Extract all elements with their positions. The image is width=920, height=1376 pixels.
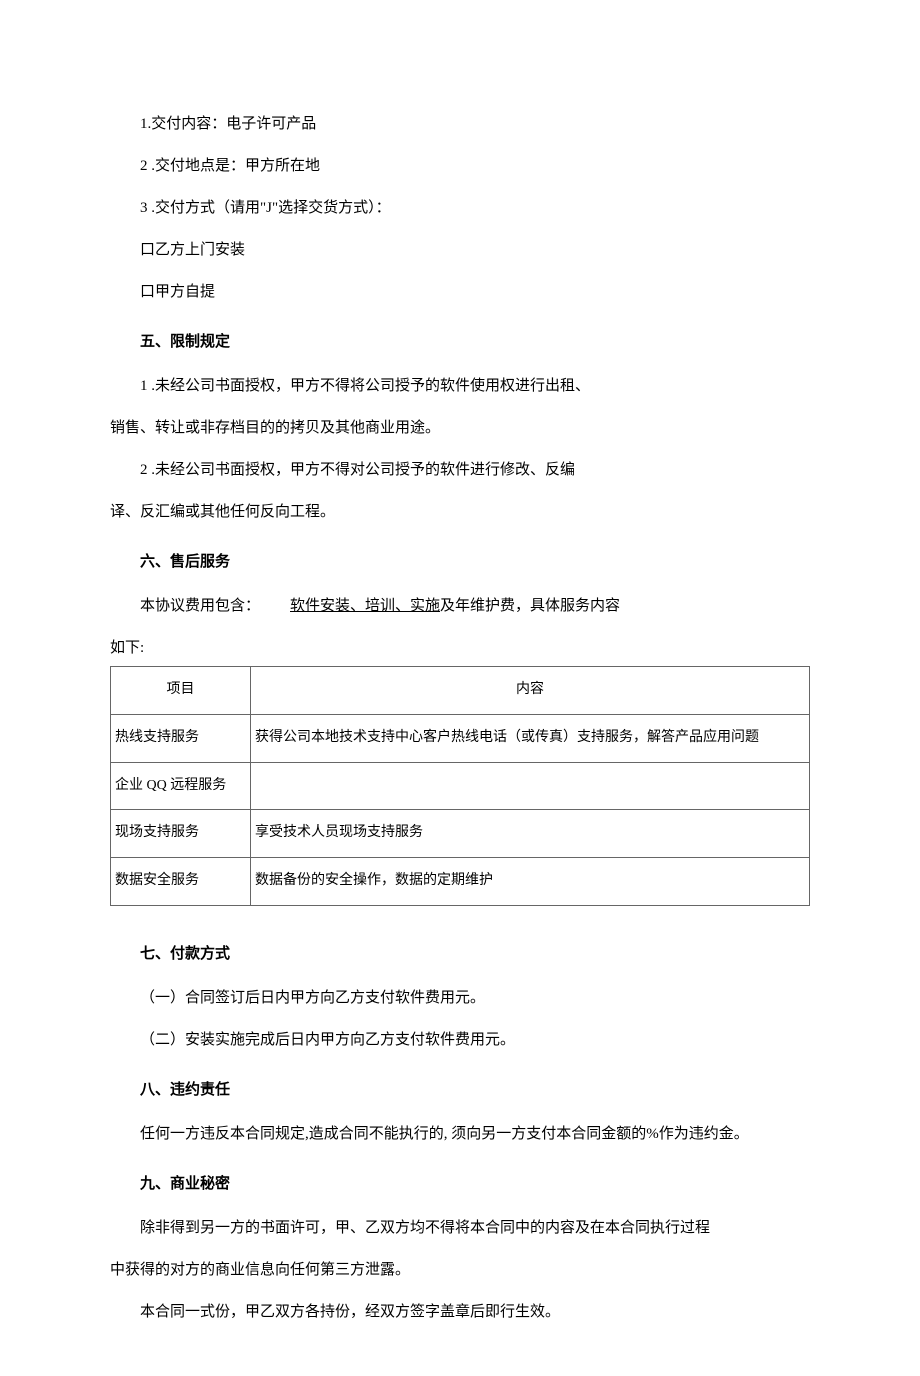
table-cell-content: 获得公司本地技术支持中心客户热线电话（或传真）支持服务，解答产品应用问题: [251, 714, 810, 762]
table-row: 企业 QQ 远程服务: [111, 762, 810, 810]
table-cell-item: 企业 QQ 远程服务: [111, 762, 251, 810]
section5-p1-line1: 1 .未经公司书面授权，甲方不得将公司授予的软件使用权进行出租、: [110, 368, 810, 404]
table-header-item: 项目: [111, 667, 251, 715]
section5-p2-line2: 译、反汇编或其他任何反向工程。: [110, 494, 810, 530]
table-cell-content: 享受技术人员现场支持服务: [251, 810, 810, 858]
service-table: 项目 内容 热线支持服务 获得公司本地技术支持中心客户热线电话（或传真）支持服务…: [110, 666, 810, 906]
paragraph-delivery-content: 1.交付内容：电子许可产品: [110, 106, 810, 142]
section9-p2: 本合同一式份，甲乙双方各持份，经双方签字盖章后即行生效。: [110, 1294, 810, 1330]
heading-section-5: 五、限制规定: [110, 324, 810, 360]
section7-p2: （二）安装实施完成后日内甲方向乙方支付软件费用元。: [110, 1022, 810, 1058]
table-cell-item: 现场支持服务: [111, 810, 251, 858]
table-header-row: 项目 内容: [111, 667, 810, 715]
heading-section-8: 八、违约责任: [110, 1072, 810, 1108]
table-row: 热线支持服务 获得公司本地技术支持中心客户热线电话（或传真）支持服务，解答产品应…: [111, 714, 810, 762]
section6-intro-prefix: 本协议费用包含：: [140, 598, 260, 614]
section8-p1: 任何一方违反本合同规定,造成合同不能执行的, 须向另一方支付本合同金额的%作为违…: [110, 1116, 810, 1152]
section6-before-table: 如下:: [110, 630, 810, 666]
table-row: 现场支持服务 享受技术人员现场支持服务: [111, 810, 810, 858]
document-body: 1.交付内容：电子许可产品 2 .交付地点是：甲方所在地 3 .交付方式（请用"…: [110, 106, 810, 1330]
section9-p1-line1: 除非得到另一方的书面许可，甲、乙双方均不得将本合同中的内容及在本合同执行过程: [110, 1210, 810, 1246]
table-header-content: 内容: [251, 667, 810, 715]
heading-section-9: 九、商业秘密: [110, 1166, 810, 1202]
section6-before-table-label: 如下:: [110, 640, 144, 656]
heading-section-7: 七、付款方式: [110, 936, 810, 972]
table-cell-content: 数据备份的安全操作，数据的定期维护: [251, 858, 810, 906]
paragraph-option-pickup: 口甲方自提: [110, 274, 810, 310]
section5-p2-line1: 2 .未经公司书面授权，甲方不得对公司授予的软件进行修改、反编: [110, 452, 810, 488]
table-cell-item: 热线支持服务: [111, 714, 251, 762]
section6-intro-underline: 软件安装、培训、实施: [290, 598, 440, 614]
section5-p1-line2: 销售、转让或非存档目的的拷贝及其他商业用途。: [110, 410, 810, 446]
table-cell-item: 数据安全服务: [111, 858, 251, 906]
table-cell-content: [251, 762, 810, 810]
section6-intro-suffix: 及年维护费，具体服务内容: [440, 598, 620, 614]
heading-section-6: 六、售后服务: [110, 544, 810, 580]
section6-intro: 本协议费用包含： 软件安装、培训、实施及年维护费，具体服务内容: [110, 588, 810, 624]
section7-p1: （一）合同签订后日内甲方向乙方支付软件费用元。: [110, 980, 810, 1016]
paragraph-delivery-method: 3 .交付方式（请用"J"选择交货方式）：: [110, 190, 810, 226]
paragraph-option-onsite: 口乙方上门安装: [110, 232, 810, 268]
section9-p1-line2: 中获得的对方的商业信息向任何第三方泄露。: [110, 1252, 810, 1288]
table-row: 数据安全服务 数据备份的安全操作，数据的定期维护: [111, 858, 810, 906]
paragraph-delivery-location: 2 .交付地点是：甲方所在地: [110, 148, 810, 184]
